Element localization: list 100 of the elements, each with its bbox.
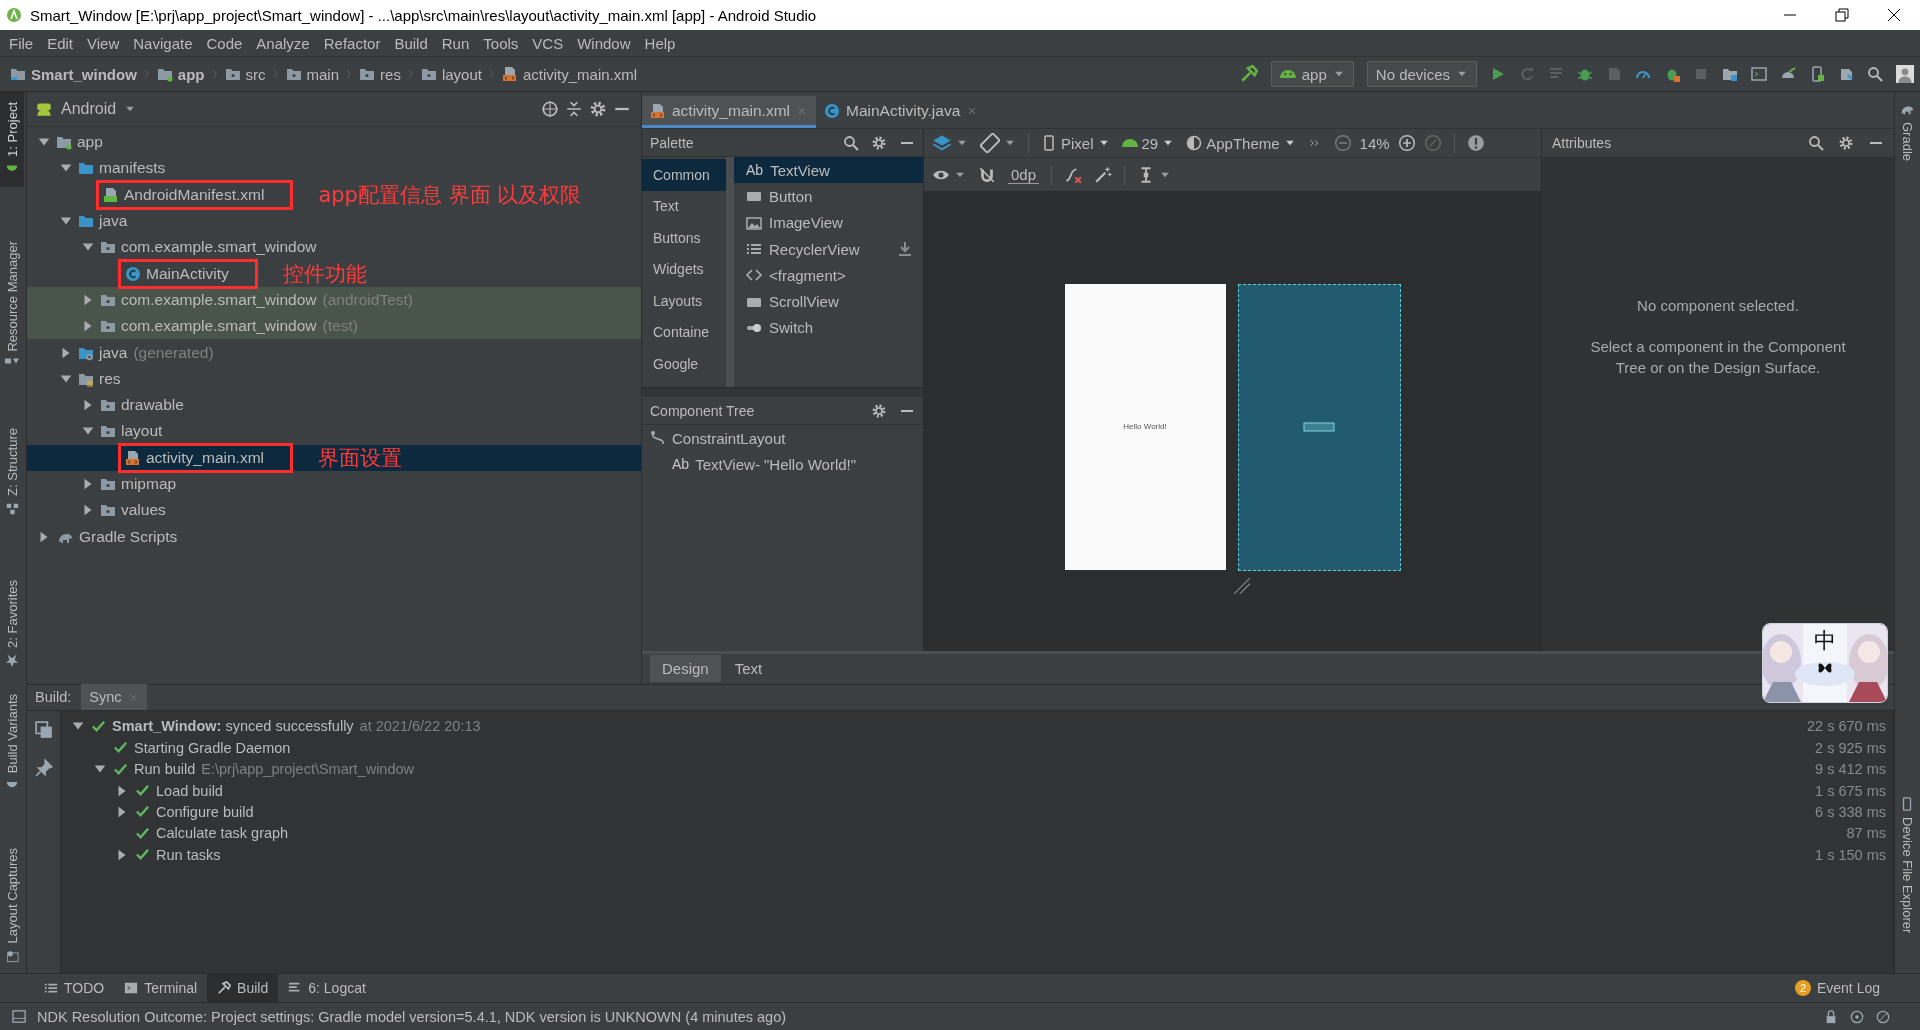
- tree-row[interactable]: values: [27, 497, 641, 524]
- default-margin-field[interactable]: 0dp: [1008, 165, 1040, 184]
- magnet-off-icon[interactable]: [978, 165, 996, 184]
- tool-window-tab[interactable]: Build Variants: [0, 684, 24, 804]
- tool-window-tab[interactable]: 2: Favorites: [0, 570, 24, 679]
- tool-window-tab[interactable]: Layout Captures: [0, 837, 24, 973]
- palette-item[interactable]: ImageView: [734, 209, 923, 236]
- editor-tab[interactable]: activity_main.xml: [642, 96, 816, 128]
- device-icon[interactable]: [1809, 66, 1825, 82]
- menu-item[interactable]: Build: [387, 34, 435, 52]
- palette-item[interactable]: <fragment>: [734, 262, 923, 289]
- panel-toggle-icon[interactable]: [12, 1009, 27, 1024]
- menu-item[interactable]: Window: [570, 34, 638, 52]
- editor-mode-tab[interactable]: Text: [722, 655, 775, 683]
- menu-item[interactable]: Code: [199, 34, 250, 52]
- palette-category[interactable]: Containe: [642, 316, 726, 348]
- zoom-in-icon[interactable]: [1397, 134, 1416, 152]
- close-icon[interactable]: [1886, 7, 1902, 23]
- console-tab[interactable]: Sync: [81, 684, 147, 711]
- breadcrumb[interactable]: app: [177, 65, 205, 83]
- user-icon[interactable]: [1896, 65, 1914, 83]
- menu-item[interactable]: View: [80, 34, 127, 52]
- build-row[interactable]: Smart_Window: synced successfully at 2021/6/22 20:13 22 s 670 ms: [61, 715, 1894, 738]
- api-level-dropdown[interactable]: 29: [1121, 134, 1175, 152]
- breadcrumb[interactable]: src: [245, 65, 266, 83]
- tool-window-tab[interactable]: Device File Explorer: [1895, 787, 1919, 944]
- breadcrumb[interactable]: Smart_window: [31, 65, 137, 83]
- tree-row[interactable]: MainActivity 控件功能: [27, 260, 641, 287]
- menu-item[interactable]: File: [2, 34, 41, 52]
- tool-window-tab[interactable]: 6: Logcat: [278, 974, 376, 1002]
- settings-icon[interactable]: [1838, 135, 1854, 151]
- warning-icon[interactable]: [1466, 134, 1485, 152]
- tree-row[interactable]: res: [27, 365, 641, 392]
- menu-item[interactable]: Edit: [40, 34, 81, 52]
- resize-handle-icon[interactable]: [1232, 576, 1251, 595]
- breadcrumb[interactable]: layout: [441, 65, 482, 83]
- palette-category[interactable]: Widgets: [642, 253, 726, 285]
- palette-item[interactable]: Button: [734, 183, 923, 210]
- tree-row[interactable]: java (generated): [27, 339, 641, 366]
- menu-item[interactable]: Run: [434, 34, 477, 52]
- collapse-all-icon[interactable]: [565, 100, 583, 118]
- locate-icon[interactable]: [541, 100, 559, 118]
- breadcrumb[interactable]: main: [306, 65, 340, 83]
- restore-icon[interactable]: [1834, 7, 1850, 23]
- build-row[interactable]: Calculate task graph 87 ms: [61, 822, 1894, 844]
- project-structure-icon[interactable]: [1722, 66, 1738, 82]
- menu-item[interactable]: Navigate: [126, 34, 200, 52]
- menu-item[interactable]: Help: [637, 34, 683, 52]
- orientation-dropdown[interactable]: [980, 133, 1016, 153]
- lock-icon[interactable]: [1824, 1009, 1838, 1024]
- hammer-icon[interactable]: [1239, 65, 1258, 83]
- settings-icon[interactable]: [871, 134, 887, 151]
- palette-category[interactable]: Text: [642, 190, 726, 222]
- build-row[interactable]: Load build 1 s 675 ms: [61, 779, 1894, 802]
- tree-row[interactable]: com.example.smart_window: [27, 234, 641, 261]
- tree-row[interactable]: manifests: [27, 155, 641, 182]
- tool-window-tab[interactable]: Resource Manager: [0, 230, 24, 375]
- run-icon[interactable]: [1490, 66, 1506, 82]
- search-icon[interactable]: [1808, 135, 1824, 151]
- tool-window-tab[interactable]: Build: [207, 974, 279, 1002]
- breadcrumb[interactable]: activity_main.xml: [522, 65, 638, 83]
- device-dropdown[interactable]: Pixel: [1041, 134, 1110, 152]
- palette-category[interactable]: Buttons: [642, 222, 726, 254]
- menu-item[interactable]: Tools: [476, 34, 526, 52]
- editor-tab[interactable]: MainActivity.java: [816, 96, 987, 128]
- build-row[interactable]: Starting Gradle Daemon 2 s 925 ms: [61, 737, 1894, 759]
- magic-wand-icon[interactable]: [1094, 165, 1113, 184]
- pin-icon[interactable]: [34, 758, 53, 777]
- build-row[interactable]: Configure build 6 s 338 ms: [61, 801, 1894, 823]
- device-dropdown[interactable]: No devices: [1366, 61, 1477, 87]
- build-row[interactable]: Run tasks 1 s 150 ms: [61, 844, 1894, 866]
- run-configuration-dropdown[interactable]: app: [1270, 61, 1354, 87]
- tool-window-tab[interactable]: Terminal: [114, 974, 208, 1002]
- palette-item[interactable]: ScrollView: [734, 288, 923, 315]
- tree-row[interactable]: AndroidManifest.xml app配置信息 界面 以及权限: [27, 181, 641, 208]
- tree-row[interactable]: drawable: [27, 391, 641, 419]
- tree-row[interactable]: Gradle Scripts: [27, 523, 641, 550]
- tree-row[interactable]: app: [27, 129, 641, 156]
- palette-item[interactable]: Ab TextView: [734, 157, 923, 184]
- palette-item[interactable]: Switch: [734, 314, 923, 342]
- settings-icon[interactable]: [589, 100, 607, 118]
- tool-window-tab[interactable]: Z: Structure: [0, 418, 24, 527]
- event-log-tab[interactable]: Event Log: [1816, 980, 1880, 996]
- tree-row[interactable]: layout: [27, 418, 641, 445]
- breadcrumb[interactable]: res: [380, 65, 401, 83]
- restart-icon[interactable]: [34, 720, 53, 739]
- build-row[interactable]: Run build E:\prj\app_project\Smart_window 9 s 412 ms: [61, 758, 1894, 780]
- tool-window-tab[interactable]: Gradle: [1895, 92, 1919, 172]
- theme-dropdown[interactable]: AppTheme: [1186, 134, 1296, 152]
- tree-row[interactable]: activity_main.xml 界面设置: [27, 444, 641, 471]
- palette-category[interactable]: Google: [642, 348, 726, 380]
- component-tree-row[interactable]: ConstraintLayout: [642, 425, 923, 451]
- project-view-dropdown[interactable]: Android: [35, 100, 137, 118]
- palette-category[interactable]: Common: [642, 159, 726, 191]
- palette-item[interactable]: RecyclerView: [734, 235, 923, 263]
- search-icon[interactable]: [1867, 66, 1883, 82]
- tree-row[interactable]: mipmap: [27, 470, 641, 498]
- palette-category[interactable]: Layouts: [642, 285, 726, 317]
- download-icon[interactable]: [897, 241, 913, 258]
- editor-mode-tab[interactable]: Design: [650, 655, 721, 683]
